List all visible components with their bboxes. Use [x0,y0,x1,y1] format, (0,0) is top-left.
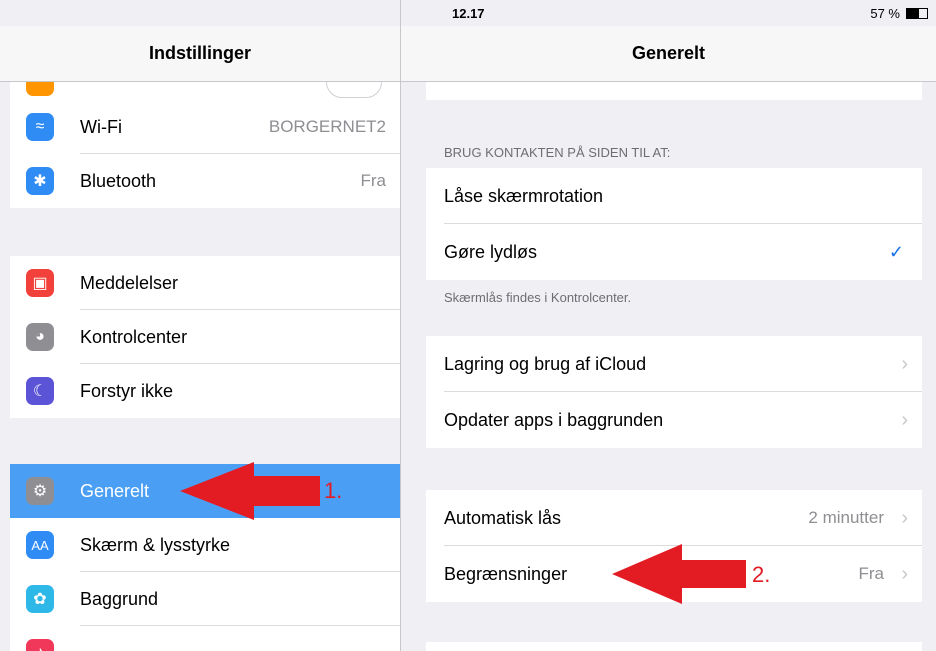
gear-icon: ⚙ [26,477,54,505]
sidebar-item-display[interactable]: AA Skærm & lysstyrke [10,518,400,572]
chevron-right-icon: › [901,506,908,529]
pane-divider [400,0,401,651]
detail-title: Generelt [401,26,936,82]
annotation-arrow-2 [612,544,746,604]
airplane-mode-toggle[interactable] [326,82,382,98]
battery-icon [906,8,928,19]
clock: 12.17 [452,6,485,21]
switch-group: Låse skærmrotation Gøre lydløs ✓ [426,168,922,280]
sidebar-item-bluetooth[interactable]: ✱ Bluetooth Fra [10,154,400,208]
icloud-storage-row[interactable]: Lagring og brug af iCloud › [426,336,922,392]
background-refresh-row[interactable]: Opdater apps i baggrunden › [426,392,922,448]
notifications-icon: ▣ [26,269,54,297]
annotation-label-2: 2. [752,562,771,587]
sidebar-group-network: ≈ Wi-Fi BORGERNET2 ✱ Bluetooth Fra [10,100,400,208]
bluetooth-icon: ✱ [26,167,54,195]
sidebar-item-notifications[interactable]: ▣ Meddelelser [10,256,400,310]
airplane-mode-icon [26,82,54,96]
sidebar-item-sounds[interactable]: ♪ [10,626,400,651]
detail-group-top [426,82,922,100]
chevron-right-icon: › [901,408,908,431]
storage-group: Lagring og brug af iCloud › Opdater apps… [426,336,922,448]
chevron-right-icon: › [901,352,908,375]
chevron-right-icon: › [901,562,908,585]
sidebar-group-top [10,82,400,100]
detail-group-bottom [426,642,922,651]
sidebar-item-do-not-disturb[interactable]: ☾ Forstyr ikke [10,364,400,418]
section-header: BRUG KONTAKTEN PÅ SIDEN TIL AT: [444,145,671,160]
sidebar-group-notifications: ▣ Meddelelser ◕ Kontrolcenter ☾ Forstyr … [10,256,400,418]
mute-row[interactable]: Gøre lydløs ✓ [426,224,922,280]
sound-icon: ♪ [26,639,54,651]
checkmark-icon: ✓ [888,241,904,262]
annotation-arrow-1 [180,462,320,520]
lock-rotation-row[interactable]: Låse skærmrotation [426,168,922,224]
control-center-icon: ◕ [26,323,54,351]
section-footer: Skærmlås findes i Kontrolcenter. [444,290,632,305]
wallpaper-icon: ✿ [26,585,54,613]
display-icon: AA [26,531,54,559]
battery-indicator: 57 % [870,6,928,21]
moon-icon: ☾ [26,377,54,405]
wifi-icon: ≈ [26,113,54,141]
annotation-label-1: 1. [324,478,343,503]
sidebar-item-wallpaper[interactable]: ✿ Baggrund [10,572,400,626]
sidebar-item-wifi[interactable]: ≈ Wi-Fi BORGERNET2 [10,100,400,154]
auto-lock-row[interactable]: Automatisk lås 2 minutter › [426,490,922,546]
sidebar-item-control-center[interactable]: ◕ Kontrolcenter [10,310,400,364]
sidebar-title: Indstillinger [0,26,400,82]
